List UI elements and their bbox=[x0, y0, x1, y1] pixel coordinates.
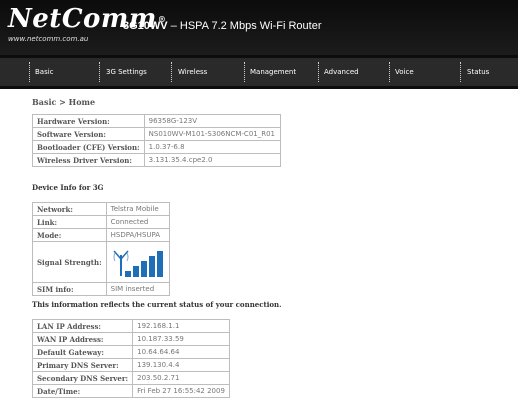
nav-item-voice[interactable]: Voice bbox=[395, 58, 414, 86]
bootloader-version-value: 1.0.37-6.8 bbox=[143, 140, 281, 154]
nav-item-wireless[interactable]: Wireless bbox=[178, 58, 207, 86]
header-banner: NetComm® www.netcomm.com.au 3G10WV – HSP… bbox=[0, 0, 518, 55]
table-row: Wireless Driver Version: 3.131.35.4.cpe2… bbox=[32, 153, 281, 167]
connection-info-table: LAN IP Address: 192.168.1.1 WAN IP Addre… bbox=[31, 319, 230, 398]
main-nav: Basic 3G Settings Wireless Management Ad… bbox=[0, 55, 518, 89]
primary-dns-value: 139.130.4.4 bbox=[132, 358, 230, 372]
version-info-table: Hardware Version: 96358G-123V Software V… bbox=[32, 114, 281, 167]
link-value: Connected bbox=[105, 215, 170, 229]
bootloader-version-label: Bootloader (CFE) Version: bbox=[32, 140, 145, 154]
lan-ip-label: LAN IP Address: bbox=[31, 319, 134, 333]
secondary-dns-label: Secondary DNS Server: bbox=[31, 371, 134, 385]
signal-bar bbox=[148, 256, 155, 277]
hardware-version-label: Hardware Version: bbox=[32, 114, 145, 128]
link-label: Link: bbox=[32, 215, 107, 229]
sim-info-label: SIM info: bbox=[32, 282, 107, 296]
status-note: This information reflects the current st… bbox=[32, 300, 282, 309]
signal-bar bbox=[156, 251, 163, 277]
sim-info-value: SIM inserted bbox=[105, 282, 170, 296]
signal-strength-label: Signal Strength: bbox=[32, 241, 107, 283]
signal-strength-icon bbox=[111, 247, 165, 277]
nav-item-management[interactable]: Management bbox=[250, 58, 296, 86]
table-row: Signal Strength: bbox=[32, 241, 170, 283]
nav-separator bbox=[460, 62, 461, 82]
network-value: Telstra Mobile bbox=[105, 202, 170, 216]
signal-bar bbox=[132, 266, 139, 277]
device-info-table: Network: Telstra Mobile Link: Connected … bbox=[32, 202, 170, 296]
default-gateway-value: 10.64.64.64 bbox=[132, 345, 230, 359]
nav-separator bbox=[318, 62, 319, 82]
network-label: Network: bbox=[32, 202, 107, 216]
mode-label: Mode: bbox=[32, 228, 107, 242]
wireless-driver-version-label: Wireless Driver Version: bbox=[32, 153, 145, 167]
date-time-value: Fri Feb 27 16:55:42 2009 bbox=[132, 384, 230, 398]
lan-ip-value: 192.168.1.1 bbox=[132, 319, 230, 333]
table-row: Date/Time: Fri Feb 27 16:55:42 2009 bbox=[31, 384, 230, 398]
signal-bar bbox=[124, 271, 131, 277]
logo-url: www.netcomm.com.au bbox=[8, 35, 89, 43]
signal-strength-cell bbox=[105, 241, 170, 283]
table-row: Mode: HSDPA/HSUPA bbox=[32, 228, 170, 242]
nav-separator bbox=[389, 62, 390, 82]
breadcrumb: Basic > Home bbox=[32, 97, 96, 107]
nav-separator bbox=[244, 62, 245, 82]
table-row: Bootloader (CFE) Version: 1.0.37-6.8 bbox=[32, 140, 281, 154]
nav-item-basic[interactable]: Basic bbox=[35, 58, 54, 86]
signal-bar bbox=[140, 261, 147, 277]
mode-value: HSDPA/HSUPA bbox=[105, 228, 170, 242]
software-version-value: NS010WV-M101-S306NCM-C01_R01 bbox=[143, 127, 281, 141]
primary-dns-label: Primary DNS Server: bbox=[31, 358, 134, 372]
nav-separator bbox=[171, 62, 172, 82]
software-version-label: Software Version: bbox=[32, 127, 145, 141]
hardware-version-value: 96358G-123V bbox=[143, 114, 281, 128]
table-row: Default Gateway: 10.64.64.64 bbox=[31, 345, 230, 359]
nav-item-3g-settings[interactable]: 3G Settings bbox=[106, 58, 147, 86]
default-gateway-label: Default Gateway: bbox=[31, 345, 134, 359]
secondary-dns-value: 203.50.2.71 bbox=[132, 371, 230, 385]
table-row: Software Version: NS010WV-M101-S306NCM-C… bbox=[32, 127, 281, 141]
table-row: Primary DNS Server: 139.130.4.4 bbox=[31, 358, 230, 372]
product-description: – HSPA 7.2 Mbps Wi-Fi Router bbox=[167, 20, 322, 32]
table-row: Link: Connected bbox=[32, 215, 170, 229]
table-row: Secondary DNS Server: 203.50.2.71 bbox=[31, 371, 230, 385]
nav-item-advanced[interactable]: Advanced bbox=[324, 58, 359, 86]
wan-ip-value: 10.187.33.59 bbox=[132, 332, 230, 346]
table-row: WAN IP Address: 10.187.33.59 bbox=[31, 332, 230, 346]
router-home-page: NetComm® www.netcomm.com.au 3G10WV – HSP… bbox=[0, 0, 518, 404]
nav-separator bbox=[29, 62, 30, 82]
date-time-label: Date/Time: bbox=[31, 384, 134, 398]
product-model: 3G10WV bbox=[123, 20, 168, 32]
nav-item-status[interactable]: Status bbox=[467, 58, 489, 86]
device-info-title: Device Info for 3G bbox=[32, 183, 104, 192]
table-row: Hardware Version: 96358G-123V bbox=[32, 114, 281, 128]
wan-ip-label: WAN IP Address: bbox=[31, 332, 134, 346]
product-title: 3G10WV – HSPA 7.2 Mbps Wi-Fi Router bbox=[123, 20, 322, 32]
table-row: SIM info: SIM inserted bbox=[32, 282, 170, 296]
table-row: Network: Telstra Mobile bbox=[32, 202, 170, 216]
table-row: LAN IP Address: 192.168.1.1 bbox=[31, 319, 230, 333]
nav-separator bbox=[99, 62, 100, 82]
wireless-driver-version-value: 3.131.35.4.cpe2.0 bbox=[143, 153, 281, 167]
